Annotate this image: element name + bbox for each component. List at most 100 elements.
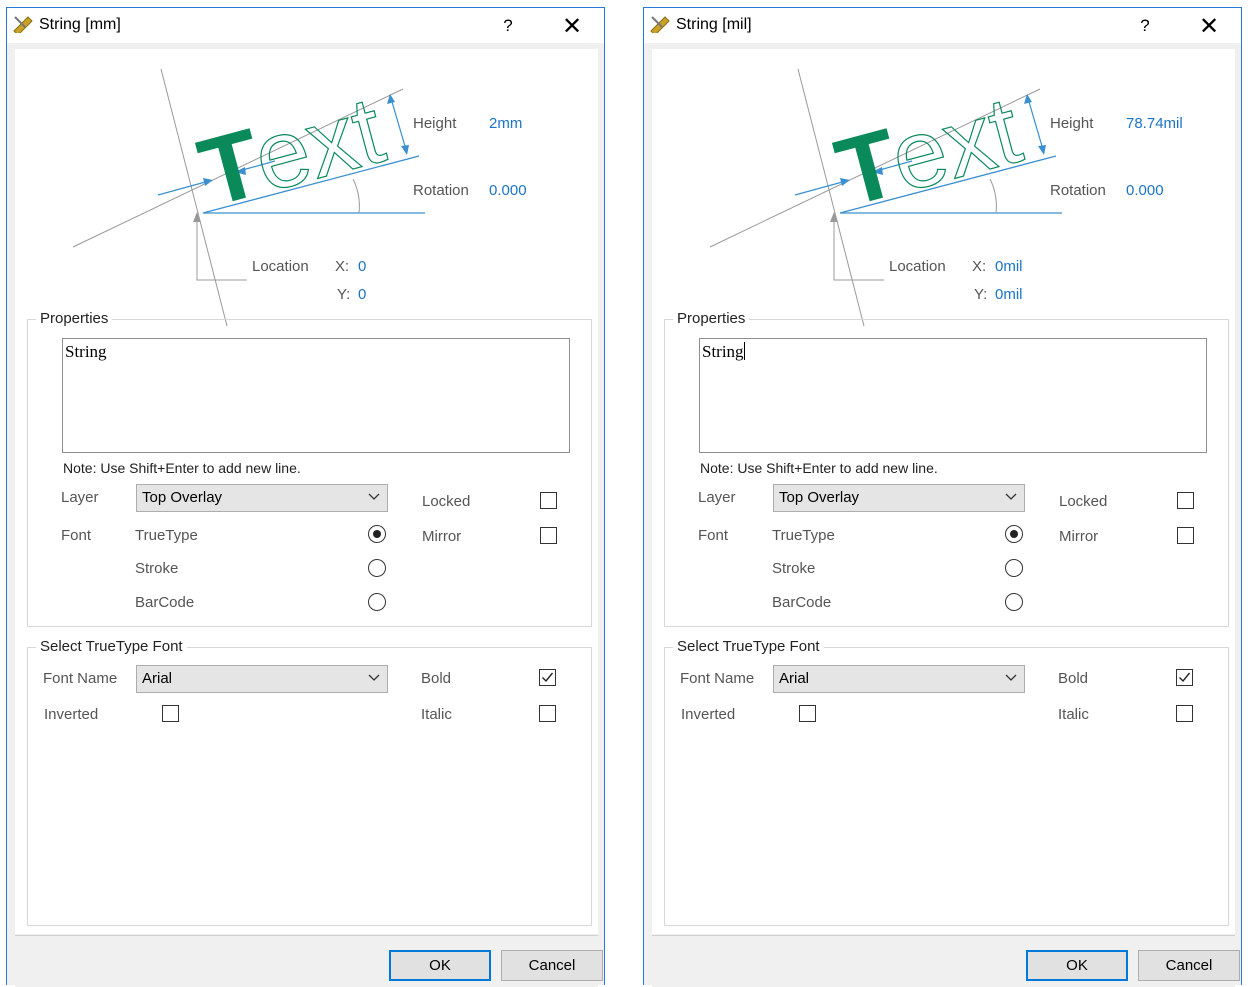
close-button[interactable]: ✕ [1187, 12, 1231, 40]
height-value: 2mm [489, 115, 523, 132]
cancel-button[interactable]: Cancel [1138, 950, 1240, 981]
font-option-barcode-label: BarCode [772, 594, 832, 611]
locked-checkbox[interactable] [540, 492, 557, 509]
title-bar[interactable]: String [mm] ? ✕ [7, 8, 604, 43]
italic-label: Italic [421, 706, 452, 723]
locked-label: Locked [422, 493, 471, 510]
bold-checkbox[interactable] [1176, 669, 1193, 686]
y-value: 0mil [995, 286, 1023, 303]
shift-enter-note: Note: Use Shift+Enter to add new line. [63, 460, 301, 476]
truetype-font-group: Select TrueType Font Font Name Arial Bol… [27, 638, 592, 926]
layer-select[interactable]: Top Overlay [773, 484, 1025, 512]
font-label: Font [698, 527, 729, 544]
help-button[interactable]: ? [486, 12, 530, 40]
x-label: X: [335, 258, 350, 275]
text-value: String [65, 342, 107, 361]
title-bar[interactable]: String [mil] ? ✕ [644, 8, 1241, 43]
string-dialog-mm: String [mm] ? ✕ T ext Height 2mm Rotatio… [6, 7, 605, 987]
rotation-value: 0.000 [1126, 182, 1164, 199]
mirror-checkbox[interactable] [540, 527, 557, 544]
chevron-down-icon [368, 674, 380, 681]
y-label: Y: [974, 286, 988, 303]
rotation-value: 0.000 [489, 182, 527, 199]
layer-select-value: Top Overlay [142, 489, 223, 506]
window-title: String [mil] [676, 16, 752, 33]
string-dialog-mil: String [mil] ? ✕ T ext Height 78.74mil R… [643, 7, 1242, 987]
font-name-label: Font Name [43, 670, 118, 687]
dialog-content: T ext Height 2mm Rotation 0.000 Location… [15, 49, 598, 934]
font-name-select-value: Arial [142, 670, 173, 687]
x-value: 0mil [995, 258, 1023, 275]
help-button[interactable]: ? [1123, 12, 1167, 40]
italic-checkbox[interactable] [1176, 705, 1193, 722]
locked-label: Locked [1059, 493, 1108, 510]
chevron-down-icon [1005, 674, 1017, 681]
text-value: String [702, 342, 744, 361]
height-value: 78.74mil [1126, 115, 1183, 132]
font-option-truetype-label: TrueType [135, 527, 198, 544]
font-stroke-radio[interactable] [1005, 559, 1023, 577]
font-name-select[interactable]: Arial [136, 665, 388, 693]
truetype-font-title: Select TrueType Font [36, 638, 187, 655]
chevron-down-icon [368, 493, 380, 500]
layer-select-value: Top Overlay [779, 489, 860, 506]
string-diagram: T ext Height 2mm Rotation 0.000 Location… [15, 49, 598, 329]
graphic-text-ext: ext [880, 76, 1031, 212]
location-label: Location [252, 258, 309, 275]
x-label: X: [972, 258, 987, 275]
font-label: Font [61, 527, 92, 544]
properties-group: Properties String Note: Use Shift+Enter … [664, 310, 1229, 627]
radio-selected-dot [1010, 530, 1018, 538]
font-name-select-value: Arial [779, 670, 810, 687]
properties-title: Properties [36, 310, 113, 327]
text-input[interactable]: String [62, 338, 570, 453]
string-diagram: T ext Height 78.74mil Rotation 0.000 Loc… [652, 49, 1235, 329]
height-label: Height [413, 115, 457, 132]
window-title: String [mm] [39, 16, 121, 33]
font-truetype-radio[interactable] [368, 525, 386, 543]
ok-button[interactable]: OK [1026, 950, 1128, 981]
inverted-checkbox[interactable] [799, 705, 816, 722]
layer-label: Layer [698, 489, 736, 506]
mirror-label: Mirror [422, 528, 462, 545]
italic-checkbox[interactable] [539, 705, 556, 722]
font-stroke-radio[interactable] [368, 559, 386, 577]
font-truetype-radio[interactable] [1005, 525, 1023, 543]
layer-select[interactable]: Top Overlay [136, 484, 388, 512]
properties-group: Properties String Note: Use Shift+Enter … [27, 310, 592, 627]
chevron-down-icon [1005, 493, 1017, 500]
height-label: Height [1050, 115, 1094, 132]
font-barcode-radio[interactable] [1005, 593, 1023, 611]
button-bar: OK Cancel [652, 935, 1240, 987]
close-button[interactable]: ✕ [550, 12, 594, 40]
ok-button[interactable]: OK [389, 950, 491, 981]
font-name-select[interactable]: Arial [773, 665, 1025, 693]
pencil-ruler-icon [650, 16, 670, 33]
bold-label: Bold [1058, 670, 1089, 687]
button-bar: OK Cancel [15, 935, 603, 987]
rotation-label: Rotation [1050, 182, 1106, 199]
bold-label: Bold [421, 670, 452, 687]
y-value: 0 [358, 286, 367, 303]
truetype-font-group: Select TrueType Font Font Name Arial Bol… [664, 638, 1229, 926]
mirror-label: Mirror [1059, 528, 1099, 545]
mirror-checkbox[interactable] [1177, 527, 1194, 544]
radio-selected-dot [373, 530, 381, 538]
inverted-label: Inverted [44, 706, 99, 723]
graphic-text-ext: ext [243, 76, 394, 212]
font-option-truetype-label: TrueType [772, 527, 835, 544]
truetype-font-title: Select TrueType Font [673, 638, 824, 655]
cancel-button[interactable]: Cancel [501, 950, 603, 981]
text-caret [743, 342, 745, 360]
layer-label: Layer [61, 489, 99, 506]
text-input[interactable]: String [699, 338, 1207, 453]
y-label: Y: [337, 286, 351, 303]
inverted-checkbox[interactable] [162, 705, 179, 722]
font-barcode-radio[interactable] [368, 593, 386, 611]
italic-label: Italic [1058, 706, 1089, 723]
inverted-label: Inverted [681, 706, 736, 723]
pencil-ruler-icon [13, 16, 33, 33]
locked-checkbox[interactable] [1177, 492, 1194, 509]
shift-enter-note: Note: Use Shift+Enter to add new line. [700, 460, 938, 476]
bold-checkbox[interactable] [539, 669, 556, 686]
